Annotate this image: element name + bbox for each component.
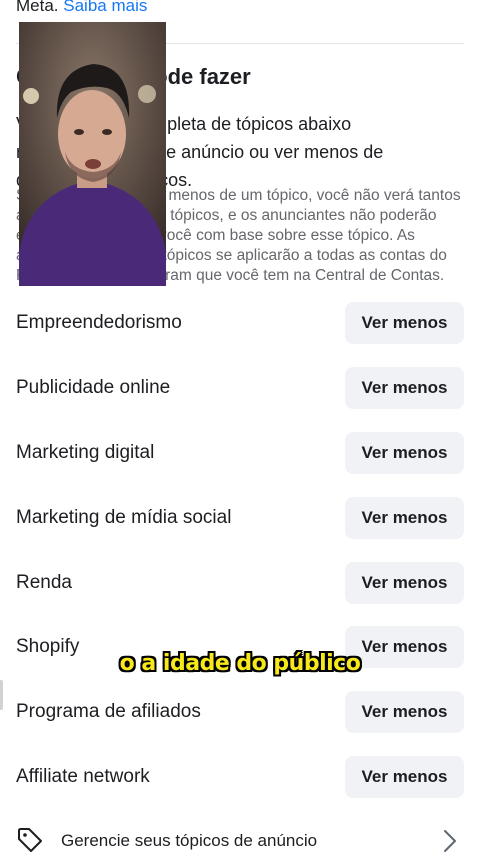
topic-label: Marketing de mídia social — [16, 506, 232, 528]
see-less-button[interactable]: Ver menos — [345, 561, 464, 604]
topic-row-shopify: Shopify Ver menos — [0, 615, 480, 680]
topic-label: Shopify — [16, 636, 80, 658]
topic-row-renda: Renda Ver menos — [0, 550, 480, 615]
see-less-button[interactable]: Ver menos — [345, 431, 464, 474]
topic-label: Marketing digital — [16, 441, 155, 463]
topic-row-affiliate-network: Affiliate network Ver menos — [0, 745, 480, 810]
topic-label: Publicidade online — [16, 377, 171, 399]
topic-row-publicidade-online: Publicidade online Ver menos — [0, 356, 480, 421]
see-less-button[interactable]: Ver menos — [345, 302, 464, 345]
manage-ad-topics-label: Gerencie seus tópicos de anúncio — [61, 831, 318, 850]
chevron-right-icon — [442, 828, 458, 854]
manage-ad-topics-row[interactable]: Gerencie seus tópicos de anúncio — [0, 820, 480, 854]
topic-row-marketing-digital: Marketing digital Ver menos — [0, 421, 480, 486]
topic-label: Renda — [16, 571, 72, 593]
topic-row-empreendedorismo: Empreendedorismo Ver menos — [0, 291, 480, 356]
topic-list: Empreendedorismo Ver menos Publicidade o… — [0, 291, 480, 809]
topic-row-marketing-midia-social: Marketing de mídia social Ver menos — [0, 485, 480, 550]
topic-row-programa-afiliados: Programa de afiliados Ver menos — [0, 680, 480, 745]
presenter-video-frame — [19, 22, 166, 286]
webcam-overlay — [19, 22, 166, 286]
topic-label: Affiliate network — [16, 765, 150, 787]
topic-label: Programa de afiliados — [16, 701, 201, 723]
topic-label: Empreendedorismo — [16, 312, 182, 334]
see-less-button[interactable]: Ver menos — [345, 755, 464, 798]
header-prefix: Meta. — [16, 0, 59, 15]
see-less-button[interactable]: Ver menos — [345, 496, 464, 539]
learn-more-link[interactable]: Saiba mais — [63, 0, 147, 15]
tag-icon — [16, 826, 44, 854]
edge-handle — [0, 680, 3, 710]
see-less-button[interactable]: Ver menos — [345, 691, 464, 734]
header-text: Meta. Saiba mais — [16, 0, 147, 16]
see-less-button[interactable]: Ver menos — [345, 367, 464, 410]
see-less-button[interactable]: Ver menos — [345, 626, 464, 669]
